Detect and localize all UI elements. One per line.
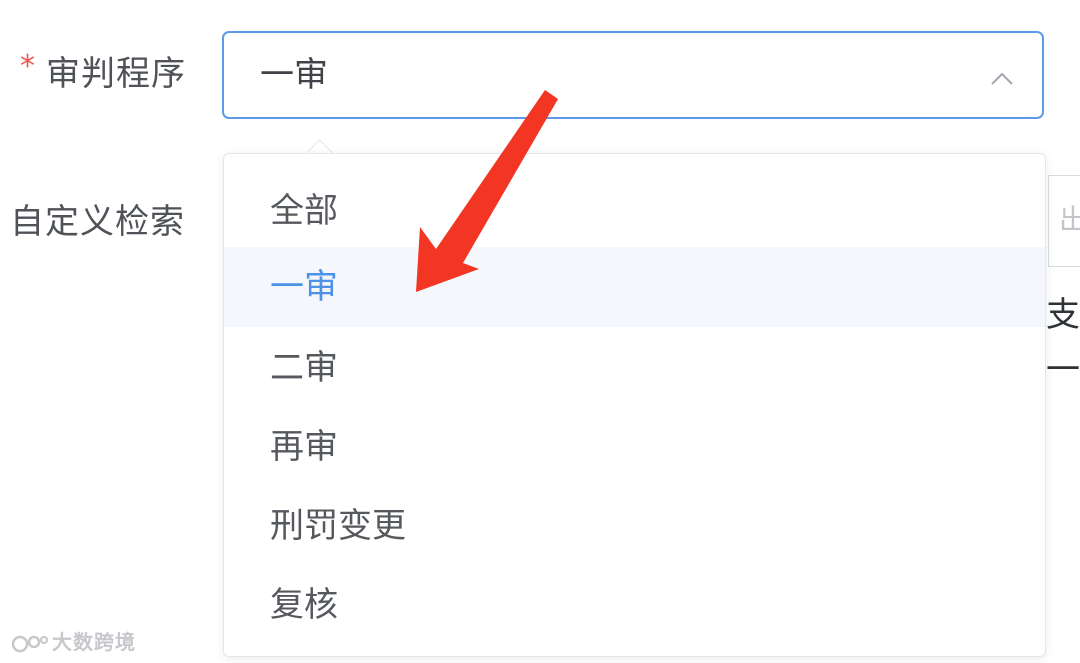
option-first-instance[interactable]: 一审 (224, 247, 1045, 327)
custom-search-input[interactable]: 出 (1048, 175, 1080, 267)
partial-text-1: 支 (1046, 295, 1080, 335)
option-retrial[interactable]: 再审 (224, 407, 1045, 487)
trial-procedure-label: 审判程序 (46, 54, 186, 94)
trial-procedure-select[interactable]: 一审 (222, 31, 1044, 119)
watermark-text: 大数跨境 (52, 630, 136, 654)
form-region: * 审判程序 一审 自定义检索 出 支 一 全部 一审 二审 再审 刑罚变更 复… (0, 0, 1080, 663)
watermark-logo-icon (12, 635, 48, 652)
required-asterisk: * (20, 49, 35, 84)
option-second-instance[interactable]: 二审 (224, 328, 1045, 408)
option-review[interactable]: 复核 (224, 565, 1045, 645)
option-all[interactable]: 全部 (224, 171, 1045, 251)
dropdown-menu: 全部 一审 二审 再审 刑罚变更 复核 (223, 153, 1046, 657)
partial-text-2: 一 (1046, 350, 1080, 390)
input-partial-text: 出 (1059, 203, 1080, 236)
option-sentence-change[interactable]: 刑罚变更 (224, 486, 1045, 566)
select-current-value: 一审 (260, 55, 328, 95)
custom-search-label: 自定义检索 (10, 202, 185, 242)
chevron-up-icon[interactable] (990, 67, 1014, 91)
watermark: 大数跨境 (12, 626, 136, 655)
